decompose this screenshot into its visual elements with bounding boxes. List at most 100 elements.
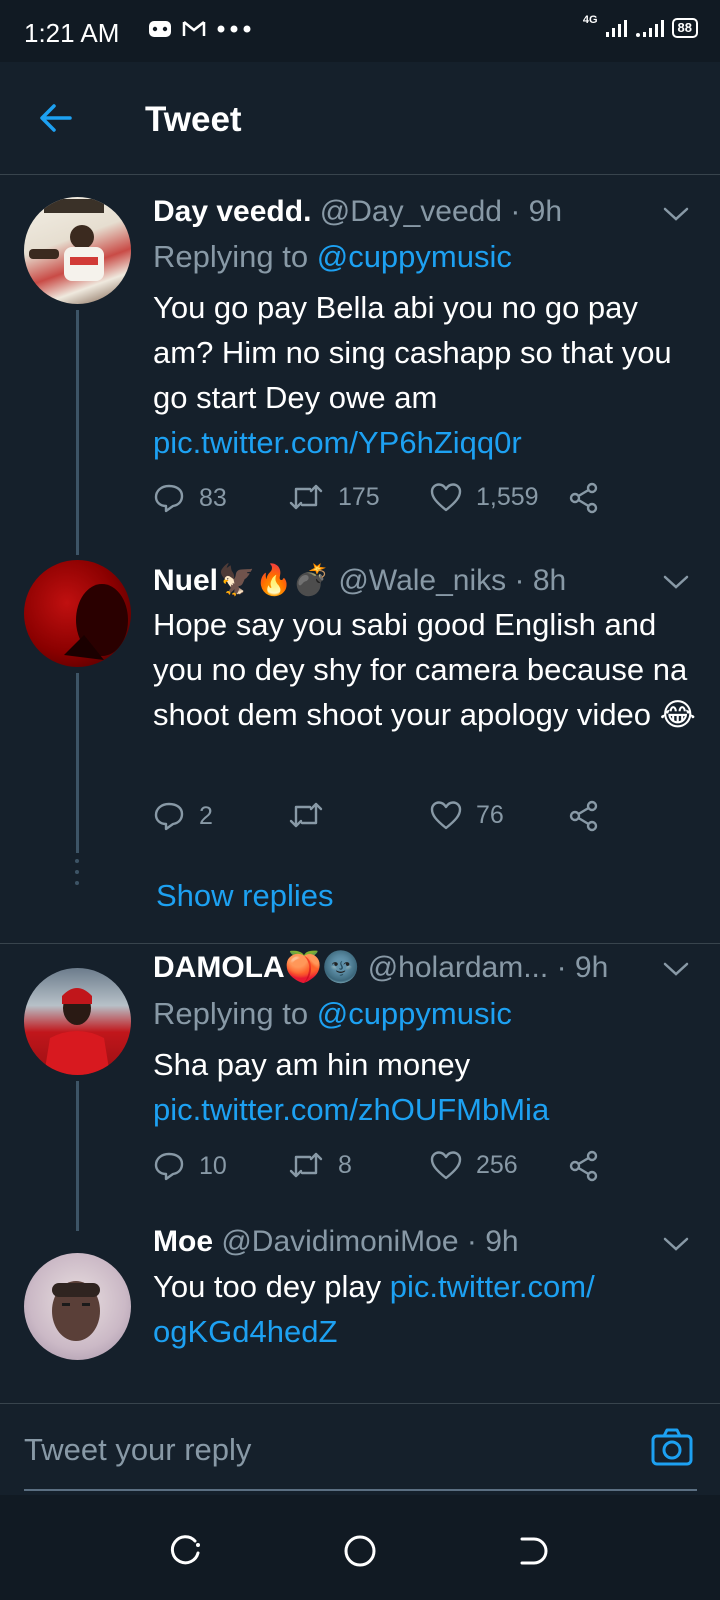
tweet-header: Moe @DavidimoniMoe · 9h [153,1225,519,1259]
avatar[interactable] [24,968,131,1075]
thread-line [76,310,79,555]
tweet-moe[interactable]: Moe @DavidimoniMoe · 9h You too dey play… [0,1225,720,1400]
back-arrow-icon[interactable] [36,98,76,138]
tweet-text: Hope say you sabi good English and you n… [153,607,696,732]
signal-icon [605,20,627,37]
reply-count: 10 [199,1151,227,1180]
game-controller-icon [149,21,171,37]
author-handle[interactable]: @Day_veedd [320,195,502,228]
author-handle[interactable]: @Wale_niks [338,564,506,597]
chevron-down-icon[interactable] [662,573,690,591]
tweet-time: · 9h [556,951,609,984]
tweet-header: Nuel🦅🔥💣 @Wale_niks · 8h [153,563,566,598]
camera-icon[interactable] [650,1426,694,1470]
thread-line [76,673,79,853]
retweet-count: 175 [338,482,380,511]
reply-button[interactable]: 10 [153,1150,227,1182]
author-name[interactable]: DAMOLA🍑🌚 [153,951,359,984]
author-name[interactable]: Day veedd. [153,195,311,228]
like-count: 256 [476,1150,518,1179]
like-icon [430,801,462,830]
author-handle[interactable]: @holardam... [368,951,549,984]
like-icon [430,483,462,512]
author-name[interactable]: Nuel🦅🔥💣 [153,564,330,597]
reply-bar [0,1403,720,1493]
share-icon[interactable] [568,482,600,514]
author-name[interactable]: Moe [153,1225,213,1258]
reply-input[interactable] [24,1426,624,1474]
chevron-down-icon[interactable] [662,1235,690,1253]
retweet-button[interactable]: 8 [288,1150,352,1180]
tweet-text: Sha pay am hin money [153,1047,471,1082]
tweet-time: · 9h [510,195,563,228]
share-icon[interactable] [568,800,600,832]
more-replies-dots [75,859,79,885]
chevron-down-icon[interactable] [662,205,690,223]
tweet-body: You go pay Bella abi you no go pay am? H… [153,285,698,465]
author-handle[interactable]: @DavidimoniMoe [221,1225,458,1258]
reply-button[interactable]: 2 [153,800,213,832]
back-nav-icon[interactable] [516,1533,552,1569]
home-circle-icon[interactable] [342,1533,378,1569]
like-button[interactable]: 76 [430,800,504,830]
tweet-actions: 2 76 [153,800,623,836]
retweet-icon [289,802,323,828]
reply-to-mention[interactable]: @cuppymusic [317,239,512,274]
tweet-damola[interactable]: DAMOLA🍑🌚 @holardam... · 9h Replying to @… [0,945,720,1245]
like-count: 1,559 [476,482,539,511]
reply-underline [24,1489,697,1491]
like-button[interactable]: 256 [430,1150,518,1180]
tweet-media-link[interactable]: pic.twitter.com/ [390,1269,595,1304]
system-nav-bar [0,1495,720,1600]
reply-to-mention[interactable]: @cuppymusic [317,996,512,1031]
reply-button[interactable]: 83 [153,482,227,514]
status-right: 4G 88 [583,14,698,38]
reply-icon [154,1152,184,1181]
notification-icons [148,19,252,39]
tweet-header: Day veedd. @Day_veedd · 9h [153,195,562,229]
tweet-media-link-cont[interactable]: ogKGd4hedZ [153,1314,337,1349]
tweet-text: You go pay Bella abi you no go pay am? H… [153,290,672,415]
avatar[interactable] [24,1253,131,1360]
replying-to: Replying to @cuppymusic [153,239,512,275]
signal-icon-2 [635,20,664,37]
retweet-count: 8 [338,1150,352,1179]
divider [0,943,720,944]
tweet-nuel[interactable]: Nuel🦅🔥💣 @Wale_niks · 8h Hope say you sab… [0,560,720,925]
show-replies-link[interactable]: Show replies [156,878,333,914]
app-header: Tweet [0,62,720,175]
tweet-body: Sha pay am hin money pic.twitter.com/zhO… [153,1042,698,1132]
reply-icon [154,802,184,831]
avatar[interactable] [24,197,131,304]
tweet-header: DAMOLA🍑🌚 @holardam... · 9h [153,950,608,985]
more-dots-icon [217,25,251,33]
gmail-icon [182,21,206,36]
replying-to: Replying to @cuppymusic [153,996,512,1032]
avatar[interactable] [24,560,131,667]
retweet-button[interactable] [288,800,338,830]
network-type: 4G [582,14,598,26]
retweet-icon [289,484,323,510]
like-button[interactable]: 1,559 [430,482,539,512]
thread-line [76,1081,79,1231]
status-time: 1:21 AM [24,18,120,48]
tweet-actions: 10 8 256 [153,1150,623,1186]
reply-count: 2 [199,801,213,830]
share-icon[interactable] [568,1150,600,1182]
tweet-media-link[interactable]: pic.twitter.com/YP6hZiqq0r [153,425,522,460]
retweet-icon [289,1152,323,1178]
recent-apps-icon[interactable] [168,1533,204,1569]
tweet-time: · 8h [514,564,567,597]
chevron-down-icon[interactable] [662,960,690,978]
page-title: Tweet [145,100,242,139]
retweet-button[interactable]: 175 [288,482,380,512]
replying-to-prefix: Replying to [153,996,317,1031]
tweet-media-link[interactable]: pic.twitter.com/zhOUFMbMia [153,1092,549,1127]
reply-count: 83 [199,483,227,512]
tweet-body: Hope say you sabi good English and you n… [153,602,698,737]
tweet-day-veedd[interactable]: Day veedd. @Day_veedd · 9h Replying to @… [0,175,720,565]
status-bar: 1:21 AM 4G 88 [0,0,720,62]
like-icon [430,1151,462,1180]
battery-indicator: 88 [671,18,698,38]
tweet-time: · 9h [466,1225,519,1258]
